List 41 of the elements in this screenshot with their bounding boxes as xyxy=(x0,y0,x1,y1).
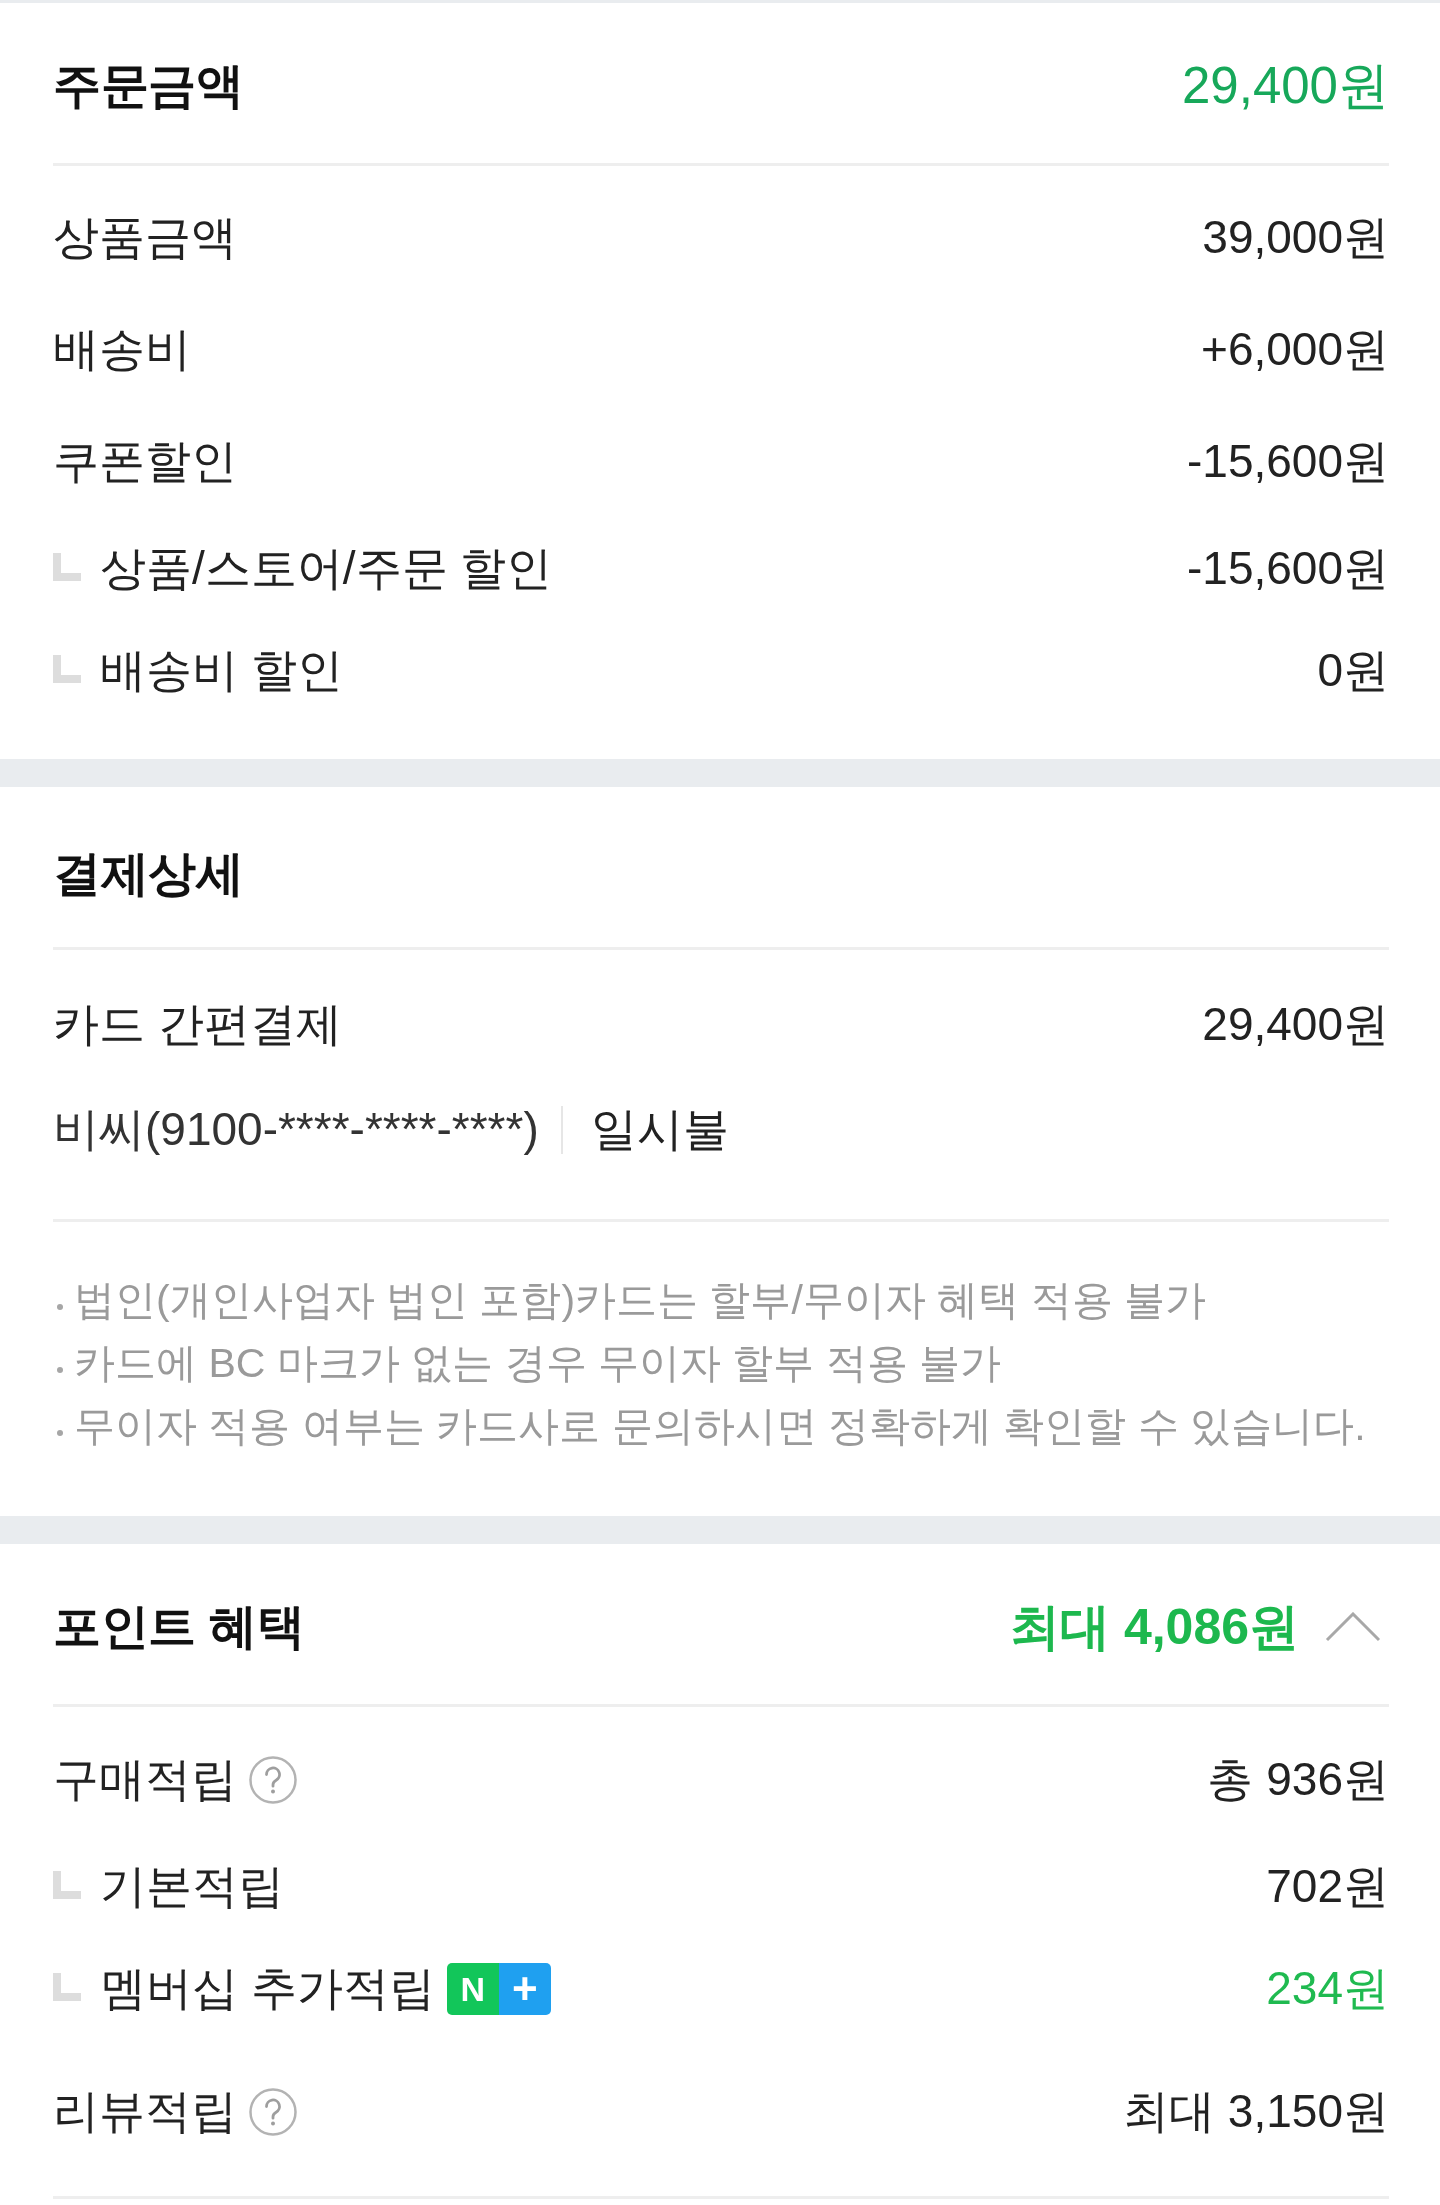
indent-corner-icon xyxy=(53,1871,81,1899)
payment-method-label: 카드 간편결제 xyxy=(53,997,342,1052)
row-label: 리뷰적립 xyxy=(53,2084,237,2139)
indent-corner-icon xyxy=(53,553,81,581)
row-label: 구매적립 xyxy=(53,1752,237,1807)
row-amount: -15,600원 xyxy=(1187,434,1389,489)
row-amount: 0원 xyxy=(1317,643,1389,698)
row-label: 쿠폰할인 xyxy=(53,434,237,489)
row-label: 배송비 xyxy=(53,322,191,377)
note-text: 법인(개인사업자 법인 포함)카드는 할부/무이자 혜택 적용 불가 xyxy=(74,1276,1207,1325)
row-label: 멤버십 추가적립 xyxy=(100,1961,435,2016)
section-title: 주문금액 xyxy=(53,58,244,114)
row-label: 기본적립 xyxy=(100,1859,284,1914)
card-name: 비씨(9100-****-****-****) xyxy=(53,1102,539,1157)
membership-badge: N + xyxy=(446,1963,551,2015)
order-total: 29,400원 xyxy=(1182,55,1389,116)
bullet-icon xyxy=(57,1429,63,1436)
row-label: 상품금액 xyxy=(53,210,237,265)
row-label: 상품/스토어/주문 할인 xyxy=(100,541,553,596)
installment-label: 일시불 xyxy=(590,1102,729,1157)
note-text: 무이자 적용 여부는 카드사로 문의하시면 정확하게 확인할 수 있습니다. xyxy=(74,1402,1366,1451)
row-amount: 최대 3,150원 xyxy=(1123,2084,1389,2139)
indent-corner-icon xyxy=(53,1973,81,2001)
help-icon[interactable] xyxy=(249,1756,297,1804)
row-label: 배송비 할인 xyxy=(100,643,343,698)
row-amount: 총 936원 xyxy=(1207,1752,1389,1807)
payment-amount: 29,400원 xyxy=(1202,997,1389,1052)
row-amount: 234원 xyxy=(1266,1961,1389,2016)
section-title: 결제상세 xyxy=(53,846,244,902)
row-amount: +6,000원 xyxy=(1201,322,1389,377)
section-title: 포인트 혜택 xyxy=(53,1599,305,1655)
points-total: 최대 4,086원 xyxy=(1010,1597,1299,1657)
chevron-up-icon[interactable] xyxy=(1325,1612,1381,1642)
row-amount: 702원 xyxy=(1266,1859,1389,1914)
indent-corner-icon xyxy=(53,655,81,683)
help-icon[interactable] xyxy=(249,2088,297,2136)
bullet-icon xyxy=(57,1366,63,1373)
note-text: 카드에 BC 마크가 없는 경우 무이자 할부 적용 불가 xyxy=(74,1339,1002,1388)
row-amount: 39,000원 xyxy=(1202,210,1389,265)
bullet-icon xyxy=(57,1303,63,1310)
row-amount: -15,600원 xyxy=(1187,541,1389,596)
